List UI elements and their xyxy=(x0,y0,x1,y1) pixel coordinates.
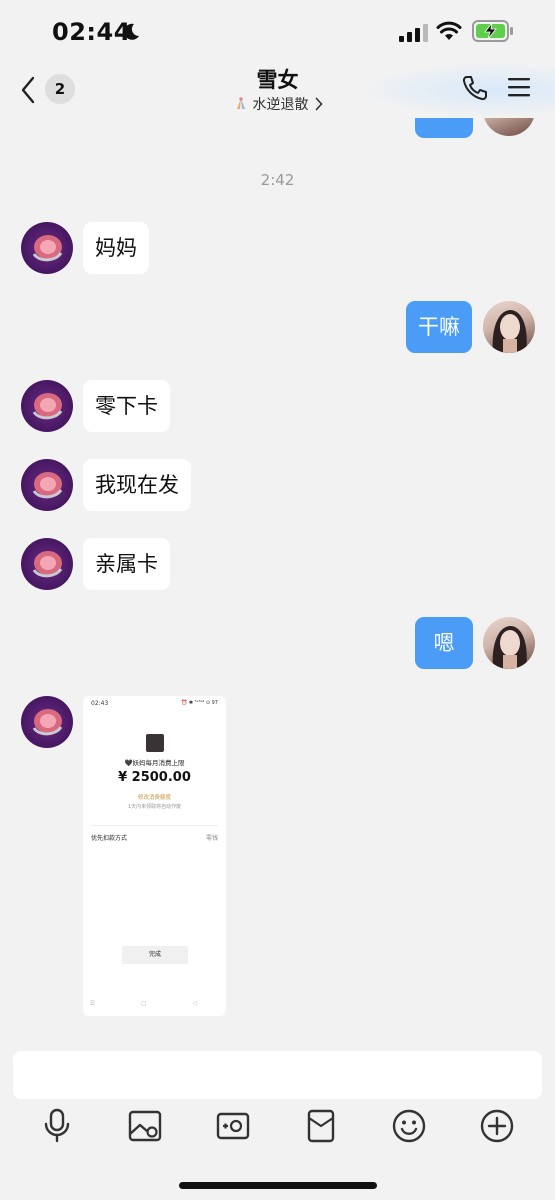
shot-divider xyxy=(91,825,218,826)
chat-header: 2 雪女 水逆退散 xyxy=(0,62,555,118)
camera-icon[interactable] xyxy=(215,1108,251,1144)
my-avatar[interactable] xyxy=(483,301,535,353)
shot-time: 02:43 xyxy=(91,700,109,707)
message-bubble[interactable]: 零下卡 xyxy=(83,380,170,432)
contact-avatar[interactable] xyxy=(21,380,73,432)
shot-avatar xyxy=(146,734,164,752)
microphone-icon[interactable] xyxy=(39,1108,75,1144)
message-list[interactable]: 2:42 妈妈 干嘛 零下卡 我现在发 亲属卡 嗯 02:43 ⏰ ✱ ᵀᵉ⁵ᵃ… xyxy=(0,118,555,1040)
battery-charging-icon xyxy=(472,20,513,42)
signal-icon xyxy=(399,24,428,42)
input-area xyxy=(0,1040,555,1200)
my-avatar[interactable] xyxy=(483,617,535,669)
shot-done-button: 完成 xyxy=(122,946,188,964)
chevron-right-icon xyxy=(315,97,323,111)
message-timestamp: 2:42 xyxy=(260,171,295,189)
red-packet-icon[interactable] xyxy=(303,1108,339,1144)
status-time: 02:44 xyxy=(52,18,131,46)
shot-link: 修改消费额度 xyxy=(137,795,171,801)
message-bubble[interactable]: 妈妈 xyxy=(83,222,149,274)
partial-outgoing-bubble[interactable] xyxy=(415,118,473,138)
ring-avatar-image xyxy=(32,709,63,736)
shot-status: ⏰ ✱ ᵀᵉ⁵ᵃˡˡ ⊙ 97 xyxy=(181,700,218,706)
blessing-icon xyxy=(236,97,245,109)
ring-avatar-image xyxy=(32,235,63,262)
wifi-icon xyxy=(436,21,462,40)
plus-icon[interactable] xyxy=(479,1108,515,1144)
message-bubble[interactable]: 亲属卡 xyxy=(83,538,170,590)
message-bubble[interactable]: 嗯 xyxy=(415,617,473,669)
contact-avatar[interactable] xyxy=(21,696,73,748)
shot-title: 🖤妖妈每月消费上限 xyxy=(124,759,185,767)
girl-avatar-image xyxy=(492,626,527,669)
moon-icon xyxy=(124,23,139,40)
emoji-icon[interactable] xyxy=(391,1108,427,1144)
shot-method-value: 零钱 xyxy=(205,835,218,842)
shot-note: 1天内未领取将自动作废 xyxy=(127,804,182,810)
shot-method-label: 优先扣款方式 xyxy=(91,835,128,842)
phone-call-icon[interactable] xyxy=(461,74,489,102)
home-indicator[interactable] xyxy=(179,1182,377,1189)
my-avatar[interactable] xyxy=(483,118,535,136)
ring-avatar-image xyxy=(32,393,63,420)
shot-nav-bar: ☰ ▢ ◁ xyxy=(89,1000,220,1007)
image-message-screenshot[interactable]: 02:43 ⏰ ✱ ᵀᵉ⁵ᵃˡˡ ⊙ 97 🖤妖妈每月消费上限 ¥ 2500.0… xyxy=(83,696,226,1016)
shot-amount: ¥ 2500.00 xyxy=(118,770,191,785)
subtitle-text: 水逆退散 xyxy=(252,97,309,113)
girl-avatar-image xyxy=(492,310,527,353)
message-input[interactable] xyxy=(13,1051,542,1099)
status-bar: 02:44 xyxy=(0,0,555,62)
contact-avatar[interactable] xyxy=(21,222,73,274)
image-icon[interactable] xyxy=(127,1108,163,1144)
ring-avatar-image xyxy=(32,551,63,578)
message-bubble[interactable]: 干嘛 xyxy=(406,301,472,353)
contact-avatar[interactable] xyxy=(21,459,73,511)
contact-avatar[interactable] xyxy=(21,538,73,590)
menu-icon[interactable] xyxy=(507,76,531,98)
ring-avatar-image xyxy=(32,472,63,499)
message-bubble[interactable]: 我现在发 xyxy=(83,459,191,511)
